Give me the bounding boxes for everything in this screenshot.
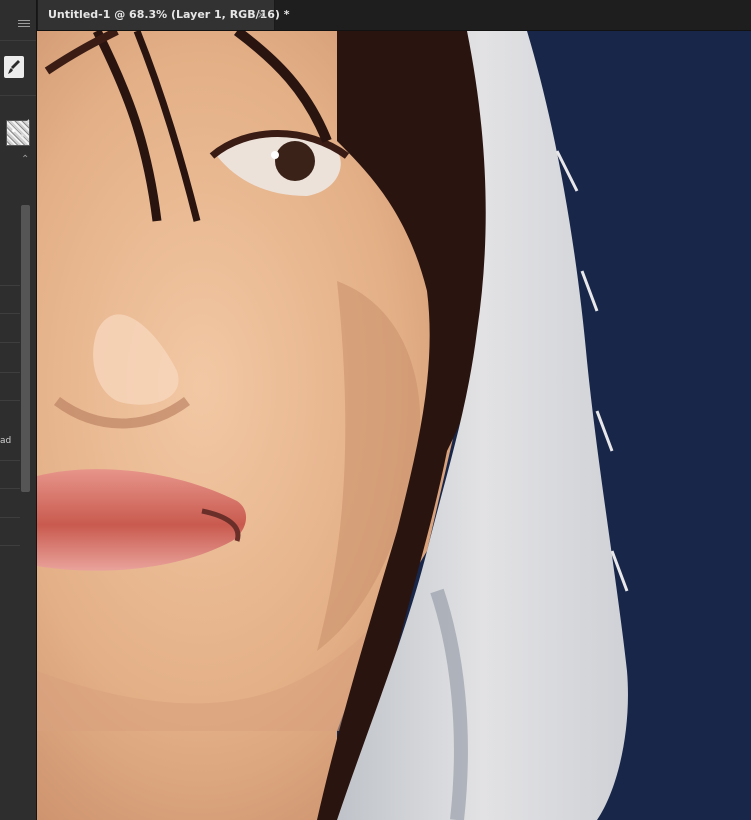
document-tab-bar: Untitled-1 @ 68.3% (Layer 1, RGB/16) * × bbox=[0, 0, 751, 31]
collapse-chevron-icon[interactable]: ⌃ bbox=[21, 154, 29, 165]
panel-row-divider bbox=[0, 488, 20, 489]
panel-row-divider bbox=[0, 285, 20, 286]
painting bbox=[37, 31, 751, 820]
panel-row-divider bbox=[0, 372, 20, 373]
panel-row-divider bbox=[0, 517, 20, 518]
panel-divider bbox=[0, 40, 36, 41]
panel-divider bbox=[0, 95, 36, 96]
iris bbox=[275, 141, 315, 181]
brush-tool-button[interactable] bbox=[4, 56, 24, 78]
document-canvas[interactable] bbox=[37, 31, 751, 820]
panel-row-divider bbox=[0, 313, 20, 314]
panel-row-divider bbox=[0, 400, 20, 401]
truncated-panel-label: ad bbox=[0, 436, 12, 446]
hamburger-menu-icon[interactable] bbox=[18, 20, 30, 30]
document-tab[interactable]: Untitled-1 @ 68.3% (Layer 1, RGB/16) * × bbox=[37, 0, 290, 30]
brush-settings-panel: ⌃ ad bbox=[0, 0, 37, 820]
close-tab-icon[interactable]: × bbox=[257, 0, 266, 30]
brush-icon bbox=[8, 60, 20, 74]
document-tab-title: Untitled-1 @ 68.3% (Layer 1, RGB/16) * bbox=[48, 8, 290, 21]
eye-highlight bbox=[271, 151, 279, 159]
panel-scrollbar[interactable] bbox=[21, 205, 30, 492]
preset-corner-arrow-icon bbox=[25, 119, 29, 123]
panel-row-divider bbox=[0, 342, 20, 343]
panel-row-divider bbox=[0, 460, 20, 461]
brush-preset-thumbnail[interactable] bbox=[6, 120, 30, 146]
panel-row-divider bbox=[0, 545, 20, 546]
